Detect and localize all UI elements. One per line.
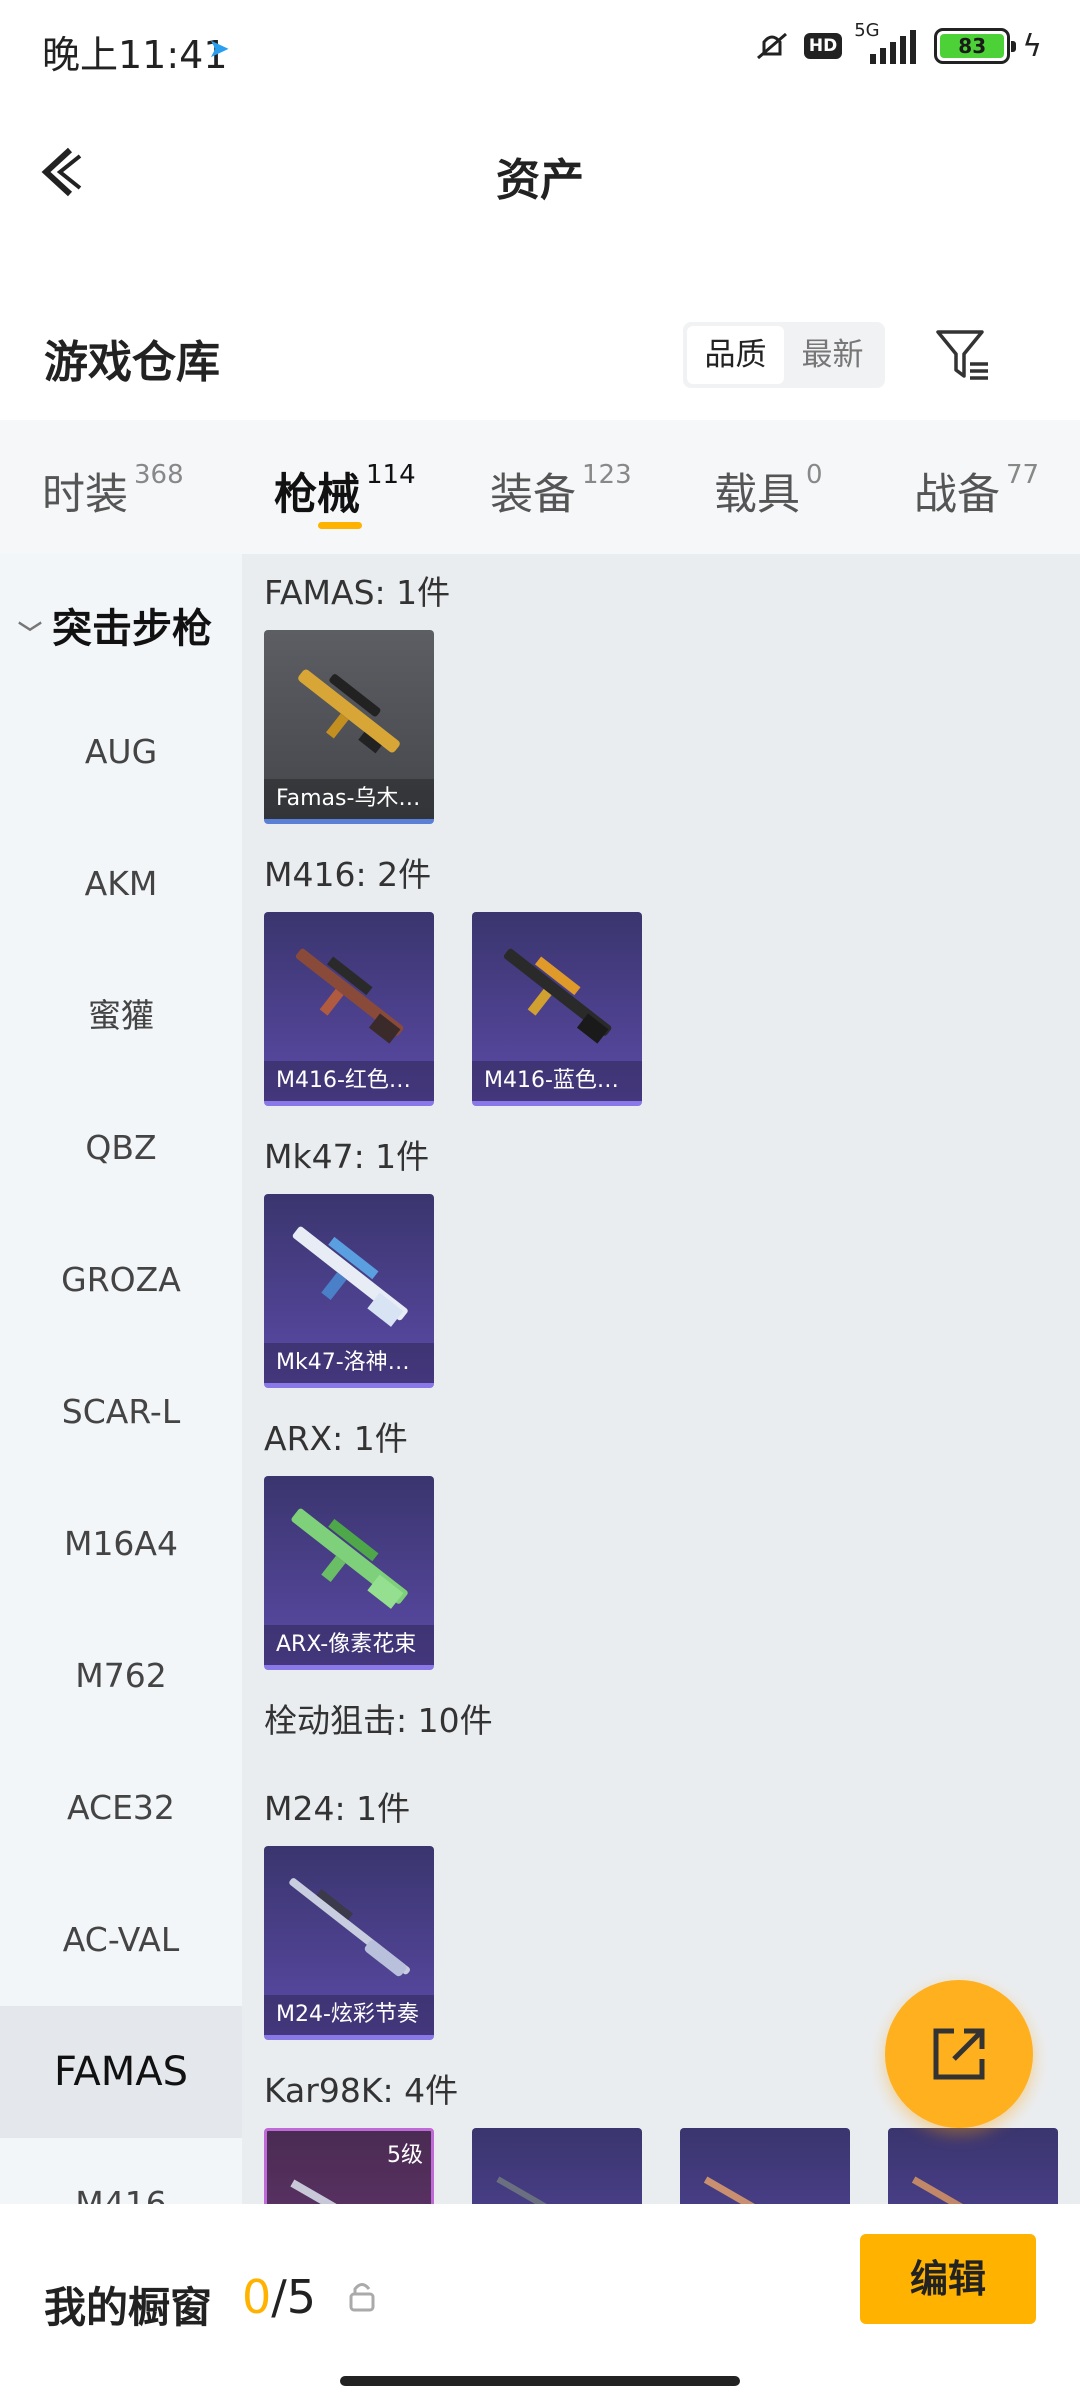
sidebar-item-honey-badger[interactable]: 蜜獾 [0, 950, 242, 1082]
item-card-famas[interactable]: Famas-乌木… [264, 630, 434, 824]
sort-newest-button[interactable]: 最新 [784, 326, 881, 384]
item-name: Mk47-洛神… [264, 1343, 434, 1383]
rifle-icon [503, 948, 612, 1044]
sidebar-item-groza[interactable]: GROZA [0, 1214, 242, 1346]
rifle-icon [291, 1508, 408, 1609]
showcase-current: 0 [242, 2270, 272, 2324]
showcase-label: 我的橱窗 [44, 2283, 213, 2332]
sort-quality-button[interactable]: 品质 [687, 326, 784, 384]
rifle-icon [292, 1226, 408, 1327]
nav-bar: 资产 [0, 96, 1080, 246]
active-tab-indicator [318, 522, 362, 529]
rifle-icon [496, 2176, 569, 2204]
category-tabs: 时装 368 枪械 114 装备 123 载具 0 战备 77 [0, 420, 1080, 554]
item-grid: FAMAS: 1件 Famas-乌木… M416: 2件 M416-红色… M4… [242, 554, 1080, 2204]
sort-toggle: 品质 最新 [683, 322, 885, 388]
tab-label: 枪械 [274, 470, 360, 520]
home-indicator[interactable] [340, 2376, 740, 2386]
tab-label: 时装 [42, 470, 128, 520]
item-card-kar98k-1[interactable]: 5级 [264, 2128, 434, 2204]
tab-label: 战备 [914, 470, 1000, 520]
rifle-icon [703, 2176, 777, 2204]
network-type: 5G [854, 20, 880, 41]
sidebar-group-assault-rifles[interactable]: ﹀ 突击步枪 [18, 596, 212, 654]
group-title-m24: M24: 1件 [264, 1789, 411, 1828]
sidebar-group-label: 突击步枪 [52, 606, 212, 652]
tab-count: 114 [366, 460, 416, 490]
page-title: 资产 [496, 155, 584, 206]
group-title-kar98k: Kar98K: 4件 [264, 2071, 459, 2110]
showcase-count: 0/5 [242, 2270, 316, 2324]
edit-button[interactable]: 编辑 [860, 2234, 1036, 2324]
mute-icon [756, 32, 787, 60]
chevron-down-icon: ﹀ [18, 619, 42, 648]
tab-guns[interactable]: 枪械 114 [274, 460, 416, 522]
group-title-famas: FAMAS: 1件 [264, 573, 451, 612]
rifle-icon [289, 1878, 410, 1977]
item-card-kar98k-2[interactable] [472, 2128, 642, 2204]
item-card-m24[interactable]: M24-炫彩节奏 [264, 1846, 434, 2040]
warehouse-header: 游戏仓库 品质 最新 [0, 300, 1080, 420]
tab-equipment[interactable]: 装备 123 [490, 460, 632, 522]
rifle-icon [290, 2179, 364, 2204]
warehouse-title: 游戏仓库 [44, 337, 220, 388]
item-card-mk47[interactable]: Mk47-洛神… [264, 1194, 434, 1388]
item-card-arx[interactable]: ARX-像素花束 [264, 1476, 434, 1670]
group-title-mk47: Mk47: 1件 [264, 1137, 430, 1176]
showcase-total: /5 [271, 2270, 317, 2324]
share-button[interactable] [885, 1980, 1033, 2128]
tab-count: 77 [1006, 460, 1040, 490]
item-card-kar98k-3[interactable] [680, 2128, 850, 2204]
rifle-icon [295, 948, 404, 1044]
tab-count: 368 [134, 460, 184, 490]
group-title-arx: ARX: 1件 [264, 1419, 408, 1458]
item-name: M416-红色… [264, 1061, 434, 1101]
charging-icon: ϟ [1022, 28, 1042, 64]
telegram-icon: ➤ [208, 34, 230, 64]
sidebar-item-scar-l[interactable]: SCAR-L [0, 1346, 242, 1478]
tab-count: 0 [806, 460, 823, 490]
sidebar-item-m762[interactable]: M762 [0, 1610, 242, 1742]
item-name: M24-炫彩节奏 [264, 1995, 434, 2035]
sidebar-item-m16a4[interactable]: M16A4 [0, 1478, 242, 1610]
item-card-kar98k-4[interactable] [888, 2128, 1058, 2204]
item-card-m416-blue[interactable]: M416-蓝色… [472, 912, 642, 1106]
battery-icon: 83 [934, 28, 1017, 64]
tab-vehicles[interactable]: 载具 0 [714, 460, 823, 522]
item-name: Famas-乌木… [264, 779, 434, 819]
sidebar-item-akm[interactable]: AKM [0, 818, 242, 950]
status-time: 晚上11:41 [42, 33, 228, 77]
bottom-bar: 我的橱窗 0/5 编辑 [0, 2204, 1080, 2400]
tab-fashion[interactable]: 时装 368 [42, 460, 184, 522]
group-title-m416: M416: 2件 [264, 855, 432, 894]
hd-icon: HD [803, 33, 843, 59]
item-name: M416-蓝色… [472, 1061, 642, 1101]
rifle-icon [911, 2176, 985, 2204]
item-card-m416-red[interactable]: M416-红色… [264, 912, 434, 1106]
sidebar-item-famas[interactable]: FAMAS [0, 2006, 242, 2138]
battery-level: 83 [940, 34, 1005, 58]
sidebar-item-qbz[interactable]: QBZ [0, 1082, 242, 1214]
tab-label: 载具 [714, 470, 800, 520]
status-bar: 晚上11:41 ➤ HD 5G 83 ϟ [0, 0, 1080, 96]
tab-label: 装备 [490, 470, 576, 520]
sidebar-item-m416[interactable]: M416 [0, 2138, 242, 2204]
sidebar-item-ace32[interactable]: ACE32 [0, 1742, 242, 1874]
tab-supplies[interactable]: 战备 77 [914, 460, 1039, 522]
sidebar-item-aug[interactable]: AUG [0, 686, 242, 818]
rifle-icon [298, 669, 400, 754]
signal-icon: 5G [854, 20, 922, 68]
status-icons: HD 5G 83 ϟ [752, 20, 1042, 68]
sidebar-item-ac-val[interactable]: AC-VAL [0, 1874, 242, 2006]
weapon-sidebar: ﹀ 突击步枪 AUG AKM 蜜獾 QBZ GROZA SCAR-L M16A4 … [0, 554, 242, 2204]
item-name: ARX-像素花束 [264, 1625, 434, 1665]
share-icon [933, 2028, 985, 2080]
lock-icon [349, 2283, 375, 2312]
tab-count: 123 [582, 460, 632, 490]
filter-icon[interactable] [932, 324, 994, 386]
category-title-bolt-action: 栓动狙击: 10件 [264, 1701, 493, 1740]
